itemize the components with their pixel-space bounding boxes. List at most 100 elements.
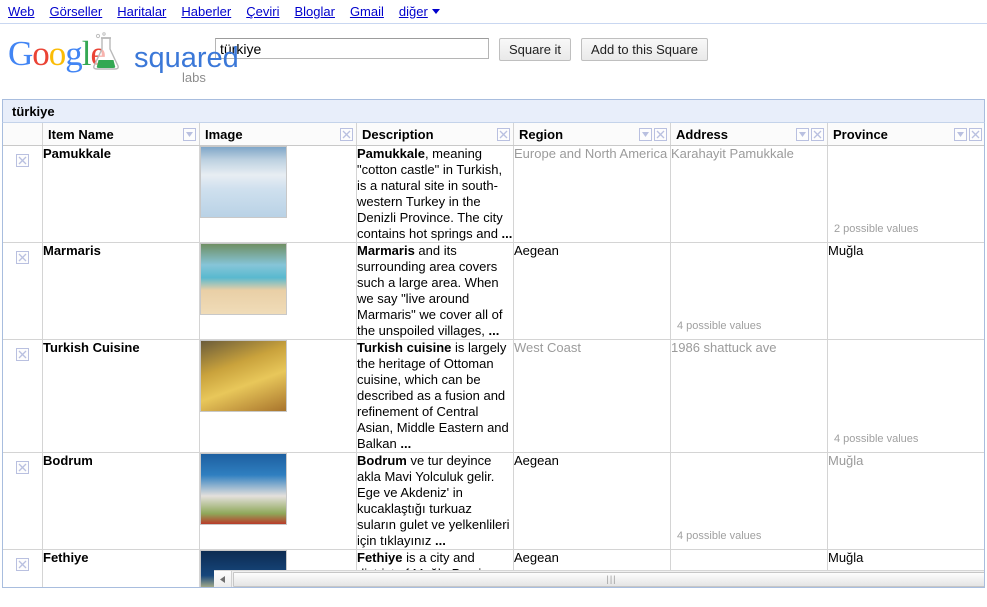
- close-icon[interactable]: [968, 127, 982, 141]
- table-row: Pamukkale Pamukkale, meaning "cotton cast…: [3, 145, 984, 243]
- add-to-square-button[interactable]: Add to this Square: [581, 38, 709, 61]
- nav-link-bloglar[interactable]: Bloglar: [294, 4, 334, 19]
- column-header-address[interactable]: Address: [670, 123, 828, 146]
- nav-link-haberler[interactable]: Haberler: [181, 4, 231, 19]
- cell-province[interactable]: Muğla: [827, 452, 984, 550]
- scrollbar-thumb[interactable]: |||: [233, 571, 984, 587]
- table-body: Pamukkale Pamukkale, meaning "cotton cast…: [3, 145, 984, 587]
- cell-description[interactable]: Pamukkale, meaning "cotton castle" in Tu…: [356, 145, 514, 243]
- pamukkale-travertine-terraces-photo: [200, 146, 287, 218]
- cell-item-name[interactable]: Marmaris: [42, 242, 200, 340]
- grip-icon: |||: [606, 573, 617, 584]
- nav-link-web[interactable]: Web: [8, 4, 35, 19]
- column-label: Region: [519, 126, 564, 142]
- cell-region[interactable]: West Coast: [513, 339, 671, 453]
- cell-address[interactable]: Karahayit Pamukkale: [670, 145, 828, 243]
- cell-value: Europe and North America: [514, 146, 668, 161]
- cell-region[interactable]: Europe and North America: [513, 145, 671, 243]
- cell-value: Muğla: [828, 243, 864, 258]
- sort-dropdown-icon[interactable]: [639, 127, 652, 141]
- sort-dropdown-icon[interactable]: [183, 127, 196, 141]
- cell-item-name[interactable]: Bodrum: [42, 452, 200, 550]
- row-delete-cell: [3, 145, 43, 243]
- nav-link-ceviri[interactable]: Çeviri: [246, 4, 279, 19]
- column-label: Province: [833, 126, 888, 142]
- sort-dropdown-icon[interactable]: [953, 127, 967, 141]
- cell-value: Aegean: [514, 243, 559, 258]
- search-bar: Google squared labs Square it Add to thi…: [0, 24, 987, 86]
- horizontal-scrollbar[interactable]: |||: [214, 570, 984, 587]
- cell-region[interactable]: Aegean: [513, 452, 671, 550]
- column-header-province[interactable]: Province: [827, 123, 984, 146]
- cell-address[interactable]: 4 possible values: [670, 452, 828, 550]
- top-navigation-bar: Web Görseller Haritalar Haberler Çeviri …: [0, 0, 987, 24]
- column-label: Item Name: [48, 126, 114, 142]
- cell-item-name[interactable]: Pamukkale: [42, 145, 200, 243]
- row-delete-cell: [3, 339, 43, 453]
- table-header-row: Item Name Image Description Region Addre…: [3, 123, 984, 146]
- close-icon[interactable]: [16, 251, 29, 264]
- cell-value: Karahayit Pamukkale: [671, 146, 794, 161]
- nav-more-label[interactable]: diğer: [399, 4, 428, 19]
- close-icon[interactable]: [654, 127, 667, 141]
- column-header-description[interactable]: Description: [356, 123, 514, 146]
- possible-values-label[interactable]: 4 possible values: [677, 319, 761, 334]
- cell-province[interactable]: 2 possible values: [827, 145, 984, 243]
- flask-icon: [93, 32, 119, 70]
- cell-image[interactable]: [199, 339, 357, 453]
- description-lead: Marmaris: [357, 243, 415, 258]
- description-ellipsis: ...: [435, 533, 446, 548]
- cell-address[interactable]: 4 possible values: [670, 242, 828, 340]
- triangle-left-icon[interactable]: [214, 571, 232, 587]
- cell-image[interactable]: [199, 145, 357, 243]
- cell-province[interactable]: Muğla: [827, 242, 984, 340]
- cell-value: Aegean: [514, 550, 559, 565]
- square-table: Item Name Image Description Region Addre…: [3, 123, 984, 587]
- cell-item-name[interactable]: Turkish Cuisine: [42, 339, 200, 453]
- possible-values-label[interactable]: 4 possible values: [834, 432, 918, 447]
- column-header-item-name[interactable]: Item Name: [42, 123, 200, 146]
- square-title-bar: türkiye: [2, 99, 985, 122]
- cell-description[interactable]: Marmaris and its surrounding area covers…: [356, 242, 514, 340]
- possible-values-label[interactable]: 4 possible values: [677, 529, 761, 544]
- cell-value: Aegean: [514, 453, 559, 468]
- sort-dropdown-icon[interactable]: [796, 127, 809, 141]
- search-input[interactable]: [215, 38, 489, 59]
- turkish-food-platter-photo: [200, 340, 287, 412]
- cell-image[interactable]: [199, 242, 357, 340]
- close-icon[interactable]: [497, 127, 510, 141]
- close-icon[interactable]: [811, 127, 824, 141]
- cell-item-name[interactable]: Fethiye: [42, 549, 200, 587]
- marmaris-beach-photo: [200, 243, 287, 315]
- cell-image[interactable]: [199, 452, 357, 550]
- close-icon[interactable]: [16, 154, 29, 167]
- cell-province[interactable]: 4 possible values: [827, 339, 984, 453]
- nav-link-haritalar[interactable]: Haritalar: [117, 4, 166, 19]
- description-lead: Turkish cuisine: [357, 340, 452, 355]
- nav-more-menu[interactable]: diğer: [399, 4, 440, 19]
- column-header-image[interactable]: Image: [199, 123, 357, 146]
- cell-description[interactable]: Bodrum ve tur deyince akla Mavi Yolculuk…: [356, 452, 514, 550]
- cell-address[interactable]: 1986 shattuck ave: [670, 339, 828, 453]
- description-ellipsis: ...: [488, 323, 500, 338]
- column-header-rowactions: [3, 123, 43, 146]
- close-icon[interactable]: [16, 461, 29, 474]
- google-squared-logo: Google squared labs: [8, 32, 239, 85]
- table-header: Item Name Image Description Region Addre…: [3, 123, 984, 146]
- cell-region[interactable]: Aegean: [513, 242, 671, 340]
- column-label: Description: [362, 126, 434, 142]
- nav-link-gorseller[interactable]: Görseller: [50, 4, 103, 19]
- square-it-button[interactable]: Square it: [499, 38, 572, 61]
- close-icon[interactable]: [16, 348, 29, 361]
- column-header-region[interactable]: Region: [513, 123, 671, 146]
- close-icon[interactable]: [340, 127, 353, 141]
- description-text: is largely the heritage of Ottoman cuisi…: [357, 340, 509, 451]
- square-table-container: Item Name Image Description Region Addre…: [2, 122, 985, 588]
- possible-values-label[interactable]: 2 possible values: [834, 222, 918, 237]
- description-ellipsis: ...: [400, 436, 412, 451]
- description-lead: Pamukkale: [357, 146, 425, 161]
- cell-value: West Coast: [514, 340, 581, 355]
- cell-description[interactable]: Turkish cuisine is largely the heritage …: [356, 339, 514, 453]
- close-icon[interactable]: [16, 558, 29, 571]
- nav-link-gmail[interactable]: Gmail: [350, 4, 384, 19]
